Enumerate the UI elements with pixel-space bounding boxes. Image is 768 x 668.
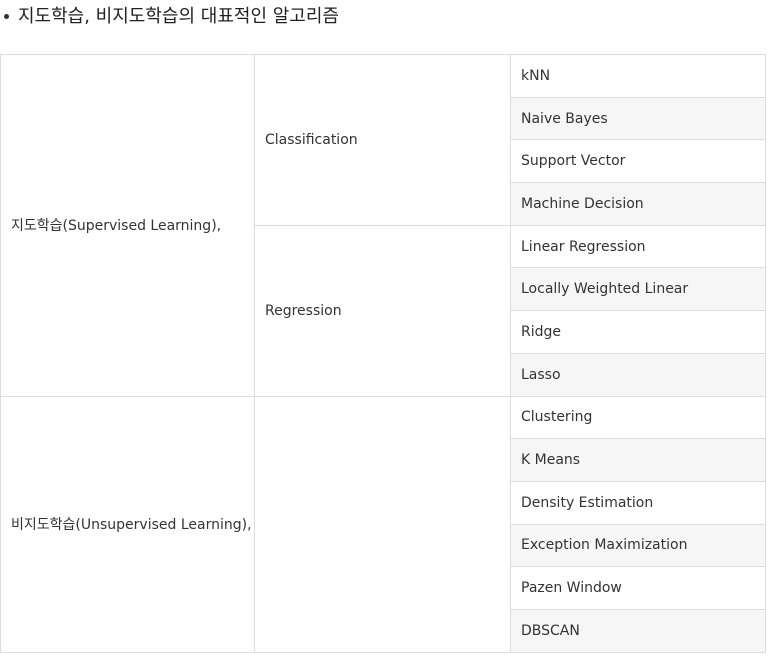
algorithm-cell: Ridge	[510, 310, 766, 354]
table-row: 지도학습(Supervised Learning), Classificatio…	[0, 54, 766, 397]
algorithm-cell: Machine Decision	[510, 182, 766, 226]
algorithm-cell: Density Estimation	[510, 480, 766, 525]
section-heading: 지도학습, 비지도학습의 대표적인 알고리즘	[4, 2, 339, 28]
algorithm-cell: Lasso	[510, 352, 766, 397]
algorithm-cell: Support Vector	[510, 139, 766, 184]
algorithm-cell: Pazen Window	[510, 566, 766, 610]
group-cell-supervised: 지도학습(Supervised Learning),	[0, 54, 255, 397]
algorithm-cell: Locally Weighted Linear	[510, 267, 766, 312]
algorithm-cell: kNN	[510, 54, 766, 98]
algorithm-cell: K Means	[510, 438, 766, 482]
algorithm-cell: DBSCAN	[510, 608, 766, 653]
subgroup-cell-classification: Classification	[254, 54, 511, 226]
algorithm-cell: Naive Bayes	[510, 96, 766, 141]
algorithm-cell: Linear Regression	[510, 224, 766, 269]
group-cell-unsupervised: 비지도학습(Unsupervised Learning),	[0, 395, 255, 653]
table-row: 비지도학습(Unsupervised Learning), Clustering	[0, 395, 766, 653]
bullet-icon	[4, 13, 9, 19]
subgroup-cell-empty	[254, 395, 511, 653]
algorithm-cell: Clustering	[510, 395, 766, 440]
subgroup-cell-regression: Regression	[254, 224, 511, 397]
algorithm-cell: Exception Maximization	[510, 523, 766, 568]
algorithm-table: 지도학습(Supervised Learning), Classificatio…	[0, 54, 766, 653]
heading-text: 지도학습, 비지도학습의 대표적인 알고리즘	[18, 6, 339, 27]
